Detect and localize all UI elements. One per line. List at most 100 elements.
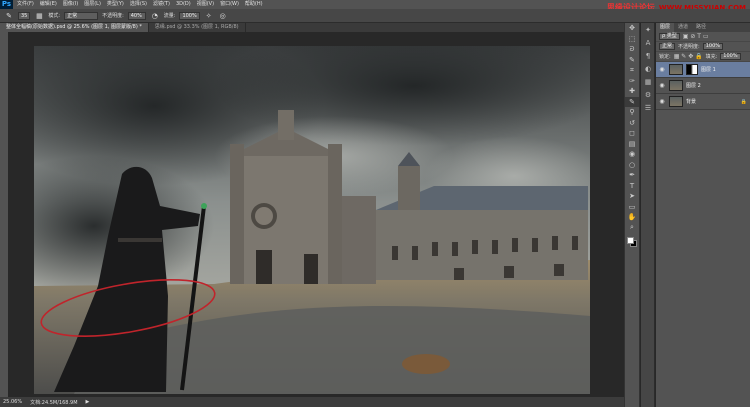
visibility-eye-icon[interactable]: ◉ (658, 82, 666, 89)
status-bar: 25.06% 文档:24.5M/168.9M ▶ (0, 397, 624, 407)
visibility-eye-icon[interactable]: ◉ (658, 66, 666, 73)
mode-select[interactable]: 正常 (64, 11, 99, 20)
visibility-eye-icon[interactable]: ◉ (658, 98, 666, 105)
zoom-readout[interactable]: 25.06% (3, 399, 22, 405)
menu-help[interactable]: 帮助(H) (245, 0, 263, 9)
menu-window[interactable]: 窗口(W) (220, 0, 239, 9)
type-icon[interactable]: T (625, 181, 639, 192)
layer-name[interactable]: 图层 2 (686, 82, 701, 89)
layer-opacity-field[interactable]: 100% (702, 43, 723, 50)
blend-row: 正常 不透明度: 100% (656, 42, 750, 52)
path-select-icon[interactable]: ➤ (625, 191, 639, 202)
lasso-icon[interactable]: ᘐ (625, 44, 639, 55)
hand-icon[interactable]: ✋ (625, 212, 639, 223)
move-icon[interactable]: ✥ (625, 23, 639, 34)
flow-label: 流量: (163, 13, 176, 19)
quick-select-icon[interactable]: ✎ (625, 55, 639, 66)
layer-list: ◉ 图层 1 ◉ 图层 2 ◉ 背景 🔒 (656, 62, 750, 110)
healing-icon[interactable]: ✚ (625, 86, 639, 97)
color-swatches[interactable] (625, 235, 639, 253)
layer-name[interactable]: 图层 1 (701, 66, 716, 73)
dock-panel-icon[interactable]: ▦ (641, 75, 655, 88)
lock-icon: 🔒 (740, 98, 747, 105)
fill-field[interactable]: 100% (720, 53, 741, 60)
layers-panel-tabs: 图层 通道 路径 (656, 23, 750, 32)
document-size: 文档:24.5M/168.9M (30, 399, 78, 406)
lock-label: 锁定: (659, 54, 671, 60)
menu-bar: Ps 文件(F) 编辑(E) 图像(I) 图层(L) 类型(Y) 选择(S) 滤… (0, 0, 750, 12)
dodge-icon[interactable]: ○ (625, 160, 639, 171)
layer-opacity-label: 不透明度: (678, 44, 700, 50)
layer-thumbnail[interactable] (669, 96, 683, 107)
pressure-opacity-icon[interactable]: ◔ (150, 12, 160, 20)
airbrush-icon[interactable]: ✧ (204, 12, 214, 20)
menu-select[interactable]: 选择(S) (130, 0, 147, 9)
pressure-size-icon[interactable]: ◎ (218, 12, 228, 20)
menu-type[interactable]: 类型(Y) (107, 0, 124, 9)
layer-row[interactable]: ◉ 图层 2 (656, 78, 750, 94)
dock-panel-icon[interactable]: ◐ (641, 62, 655, 75)
blend-mode-select[interactable]: 正常 (659, 43, 676, 50)
menu-view[interactable]: 视图(V) (197, 0, 214, 9)
brush-size-field[interactable]: 35 (18, 11, 31, 20)
options-bar: ✎ 35 ▦ 模式: 正常 不透明度: 40% ◔ 流量: 100% ✧ ◎ (0, 9, 750, 23)
layer-row[interactable]: ◉ 背景 🔒 (656, 94, 750, 110)
eyedropper-icon[interactable]: ✑ (625, 76, 639, 87)
fill-label: 填充: (705, 54, 718, 60)
tab-paths[interactable]: 路径 (692, 23, 710, 32)
tab-document-2[interactable]: 思缘.psd @ 33.3% (图层 1, RGB/8) (149, 23, 246, 32)
history-brush-icon[interactable]: ↺ (625, 118, 639, 129)
flow-field[interactable]: 100% (179, 11, 200, 20)
dock-panel-icon[interactable]: ⚙ (641, 88, 655, 101)
eraser-icon[interactable]: ◻ (625, 128, 639, 139)
left-gutter (0, 32, 8, 397)
menu-file[interactable]: 文件(F) (17, 0, 34, 9)
tab-layers[interactable]: 图层 (656, 23, 675, 32)
opacity-label: 不透明度: (102, 13, 124, 19)
crop-icon[interactable]: ⌗ (625, 65, 639, 76)
blur-icon[interactable]: ◉ (625, 149, 639, 160)
layer-mask-thumbnail[interactable] (686, 64, 698, 75)
layer-row[interactable]: ◉ 图层 1 (656, 62, 750, 78)
layers-panel: 图层 通道 路径 ρ 类型 ▣ ⊘ T ▭ 正常 不透明度: 100% 锁定: … (656, 23, 750, 407)
opacity-field[interactable]: 40% (127, 11, 146, 20)
photoshop-logo: Ps (0, 0, 13, 9)
dock-panel-icon[interactable]: ☰ (641, 101, 655, 114)
tab-document-1[interactable]: 整体全幅稿(原始数据).psd @ 25.6% (图层 1, 图层蒙版/8) * (0, 23, 149, 32)
mode-label: 模式: (48, 13, 61, 19)
dock-panel-icon[interactable]: ✦ (641, 23, 655, 36)
brush-tool-icon[interactable]: ✎ (4, 12, 14, 20)
foreground-color-swatch[interactable] (627, 237, 634, 244)
pen-icon[interactable]: ✒ (625, 170, 639, 181)
dirt-mound (402, 354, 450, 374)
layer-name[interactable]: 背景 (686, 98, 696, 105)
tab-channels[interactable]: 通道 (674, 23, 692, 32)
panel-dock: ✦ A ¶ ◐ ▦ ⚙ ☰ (641, 23, 655, 407)
layer-filter-row: ρ 类型 ▣ ⊘ T ▭ (656, 32, 750, 42)
layer-kind-filter[interactable]: ρ 类型 (659, 33, 680, 40)
menu-layer[interactable]: 图层(L) (84, 0, 101, 9)
lock-row: 锁定: ▦ ✎ ✥ 🔒 填充: 100% (656, 52, 750, 62)
dock-panel-icon[interactable]: ¶ (641, 49, 655, 62)
lock-icons[interactable]: ▦ ✎ ✥ 🔒 (674, 53, 703, 60)
stamp-icon[interactable]: ⚲ (625, 107, 639, 118)
brush-icon[interactable]: ✎ (625, 96, 639, 107)
menu-filter[interactable]: 滤镜(T) (153, 0, 170, 9)
menu-3d[interactable]: 3D(D) (176, 0, 191, 9)
filter-icons[interactable]: ▣ ⊘ T ▭ (683, 33, 709, 40)
gradient-icon[interactable]: ▤ (625, 139, 639, 150)
artwork (34, 46, 590, 394)
brush-panel-icon[interactable]: ▦ (34, 12, 44, 20)
layer-thumbnail[interactable] (669, 64, 683, 75)
shape-icon[interactable]: ▭ (625, 202, 639, 213)
menu-edit[interactable]: 编辑(E) (40, 0, 57, 9)
status-arrow-icon[interactable]: ▶ (86, 399, 90, 405)
zoom-icon[interactable]: ⌕ (625, 223, 639, 234)
dock-panel-icon[interactable]: A (641, 36, 655, 49)
layer-thumbnail[interactable] (669, 80, 683, 91)
document-canvas[interactable] (34, 46, 590, 394)
marquee-icon[interactable]: ⬚ (625, 34, 639, 45)
canvas-area (8, 32, 620, 397)
menu-image[interactable]: 图像(I) (63, 0, 78, 9)
document-tabs: 整体全幅稿(原始数据).psd @ 25.6% (图层 1, 图层蒙版/8) *… (0, 23, 624, 32)
